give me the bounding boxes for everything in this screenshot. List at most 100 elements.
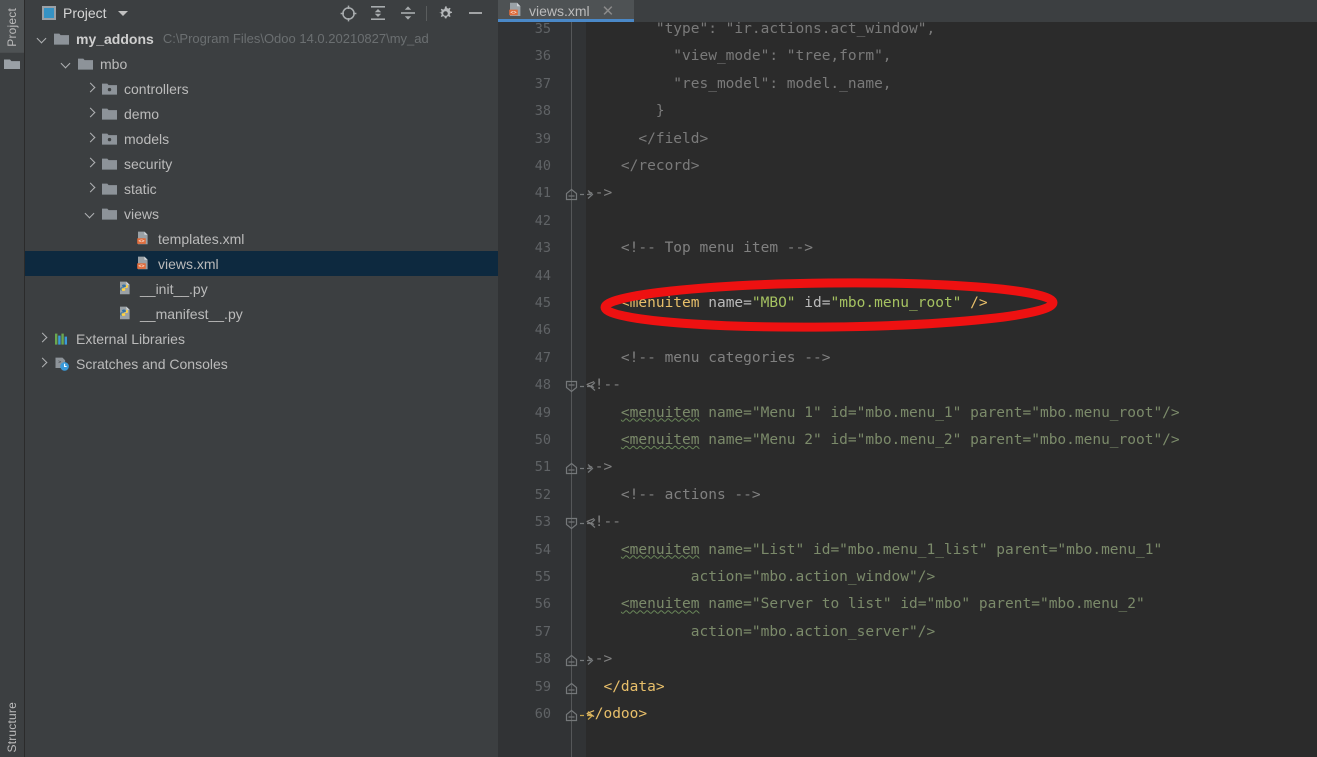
code-line-55[interactable]: action="mbo.action_window"/> <box>586 564 935 591</box>
code-span: <!-- <box>586 377 621 394</box>
code-line-49[interactable]: <menuitem name="Menu 1" id="mbo.menu_1" … <box>586 400 1180 427</box>
line-number[interactable]: 36 <box>501 43 551 70</box>
line-number[interactable]: 47 <box>501 345 551 372</box>
chevron-down-icon[interactable] <box>62 59 71 68</box>
line-number[interactable]: 42 <box>501 208 551 235</box>
xml-file-icon: <> <box>137 231 148 244</box>
chevron-right-icon[interactable] <box>86 184 95 193</box>
project-panel-title-group[interactable]: Project <box>24 5 128 21</box>
line-number[interactable]: 60 <box>501 701 551 728</box>
chevron-down-icon[interactable] <box>38 34 47 43</box>
line-number[interactable]: 44 <box>501 263 551 290</box>
tree-row-external-libraries[interactable]: External Libraries <box>24 326 498 351</box>
chevron-right-icon[interactable] <box>86 109 95 118</box>
code-line-38[interactable]: } <box>586 98 665 125</box>
fold-marker-51[interactable] <box>565 462 578 475</box>
folder-package-icon <box>101 81 118 97</box>
chevron-right-icon[interactable] <box>86 134 95 143</box>
line-number[interactable]: 41 <box>501 180 551 207</box>
code-folding-gutter[interactable] <box>560 22 596 757</box>
code-span: <menuitem <box>620 541 700 558</box>
tree-row-scratches-and-consoles[interactable]: > Scratches and Consoles <box>24 351 498 376</box>
code-line-51[interactable]: --> <box>586 454 612 481</box>
line-number[interactable]: 40 <box>501 153 551 180</box>
code-line-36[interactable]: "view_mode": "tree,form", <box>586 43 891 70</box>
fold-marker-53[interactable] <box>565 517 578 530</box>
chevron-down-icon[interactable] <box>117 10 128 16</box>
tree-row-views-xml[interactable]: <> views.xml <box>24 251 498 276</box>
project-tree[interactable]: my_addons C:\Program Files\Odoo 14.0.2021… <box>24 26 498 376</box>
line-number[interactable]: 46 <box>501 317 551 344</box>
code-line-35[interactable]: "type": "ir.actions.act_window", <box>586 16 935 43</box>
code-line-54[interactable]: <menuitem name="List" id="mbo.menu_1_lis… <box>586 537 1162 564</box>
fold-marker-58[interactable] <box>565 654 578 667</box>
tree-row-mbo[interactable]: mbo <box>24 51 498 76</box>
code-line-47[interactable]: <!-- menu categories --> <box>586 345 831 372</box>
code-line-57[interactable]: action="mbo.action_server"/> <box>586 619 935 646</box>
line-number[interactable]: 57 <box>501 619 551 646</box>
line-number[interactable]: 54 <box>501 537 551 564</box>
code-line-56[interactable]: <menuitem name="Server to list" id="mbo"… <box>586 591 1145 618</box>
tool-window-tab-project[interactable]: Project <box>0 0 24 53</box>
tree-row-controllers[interactable]: controllers <box>24 76 498 101</box>
code-line-58[interactable]: --> <box>586 646 612 673</box>
fold-marker-60[interactable] <box>565 709 578 722</box>
hide-icon[interactable] <box>460 0 490 26</box>
code-line-40[interactable]: </record> <box>586 153 700 180</box>
settings-icon[interactable] <box>430 0 460 26</box>
python-file-icon <box>117 281 134 297</box>
tree-row--init-py[interactable]: __init__.py <box>24 276 498 301</box>
line-number[interactable]: 50 <box>501 427 551 454</box>
line-number[interactable]: 38 <box>501 98 551 125</box>
fold-marker-41[interactable] <box>565 188 578 201</box>
code-line-52[interactable]: <!-- actions --> <box>586 482 761 509</box>
code-span: name="Menu 2" id="mbo.menu_2" parent="mb… <box>699 432 1180 448</box>
chevron-right-icon[interactable] <box>38 359 47 368</box>
line-number[interactable]: 52 <box>501 482 551 509</box>
locate-icon[interactable] <box>333 0 363 26</box>
code-line-48[interactable]: <!-- <box>586 372 621 399</box>
code-span: <!-- Top menu item --> <box>586 240 813 257</box>
line-number[interactable]: 49 <box>501 400 551 427</box>
tree-row-demo[interactable]: demo <box>24 101 498 126</box>
tree-row-templates-xml[interactable]: <> templates.xml <box>24 226 498 251</box>
fold-marker-59[interactable] <box>565 682 578 695</box>
line-number[interactable]: 51 <box>501 454 551 481</box>
no-chevron-spacer <box>120 234 129 243</box>
collapse-all-icon[interactable] <box>393 0 423 26</box>
code-line-59[interactable]: </data> <box>586 674 664 701</box>
line-number[interactable]: 43 <box>501 235 551 262</box>
chevron-right-icon[interactable] <box>86 84 95 93</box>
chevron-down-icon[interactable] <box>86 209 95 218</box>
fold-marker-48[interactable] <box>565 380 578 393</box>
line-number[interactable]: 58 <box>501 646 551 673</box>
line-number[interactable]: 45 <box>501 290 551 317</box>
code-line-53[interactable]: <!-- <box>586 509 621 536</box>
tree-row-views[interactable]: views <box>24 201 498 226</box>
line-number[interactable]: 37 <box>501 71 551 98</box>
line-number[interactable]: 59 <box>501 674 551 701</box>
line-number[interactable]: 53 <box>501 509 551 536</box>
tree-row-models[interactable]: models <box>24 126 498 151</box>
code-span: name="Server to list" id="mbo" parent="m… <box>699 596 1145 613</box>
tree-row-static[interactable]: static <box>24 176 498 201</box>
tool-window-tab-structure[interactable]: Structure <box>0 696 24 757</box>
tree-row-my-addons[interactable]: my_addons C:\Program Files\Odoo 14.0.2021… <box>24 26 498 51</box>
code-line-45[interactable]: <menuitem name="MBO" id="mbo.menu_root" … <box>586 290 988 317</box>
code-line-41[interactable]: --> <box>586 180 612 207</box>
tree-row--manifest-py[interactable]: __manifest__.py <box>24 301 498 326</box>
tree-row-security[interactable]: security <box>24 151 498 176</box>
chevron-right-icon[interactable] <box>38 334 47 343</box>
code-line-43[interactable]: <!-- Top menu item --> <box>586 235 813 262</box>
code-line-37[interactable]: "res_model": model._name, <box>586 71 891 98</box>
code-line-60[interactable]: </odoo> <box>586 701 647 728</box>
code-line-50[interactable]: <menuitem name="Menu 2" id="mbo.menu_2" … <box>586 427 1180 454</box>
line-number[interactable]: 56 <box>501 591 551 618</box>
expand-all-icon[interactable] <box>363 0 393 26</box>
code-line-39[interactable]: </field> <box>586 126 708 153</box>
line-number[interactable]: 39 <box>501 126 551 153</box>
chevron-right-icon[interactable] <box>86 159 95 168</box>
line-number[interactable]: 55 <box>501 564 551 591</box>
line-number[interactable]: 48 <box>501 372 551 399</box>
code-content[interactable]: "type": "ir.actions.act_window", "view_m… <box>586 21 1317 757</box>
